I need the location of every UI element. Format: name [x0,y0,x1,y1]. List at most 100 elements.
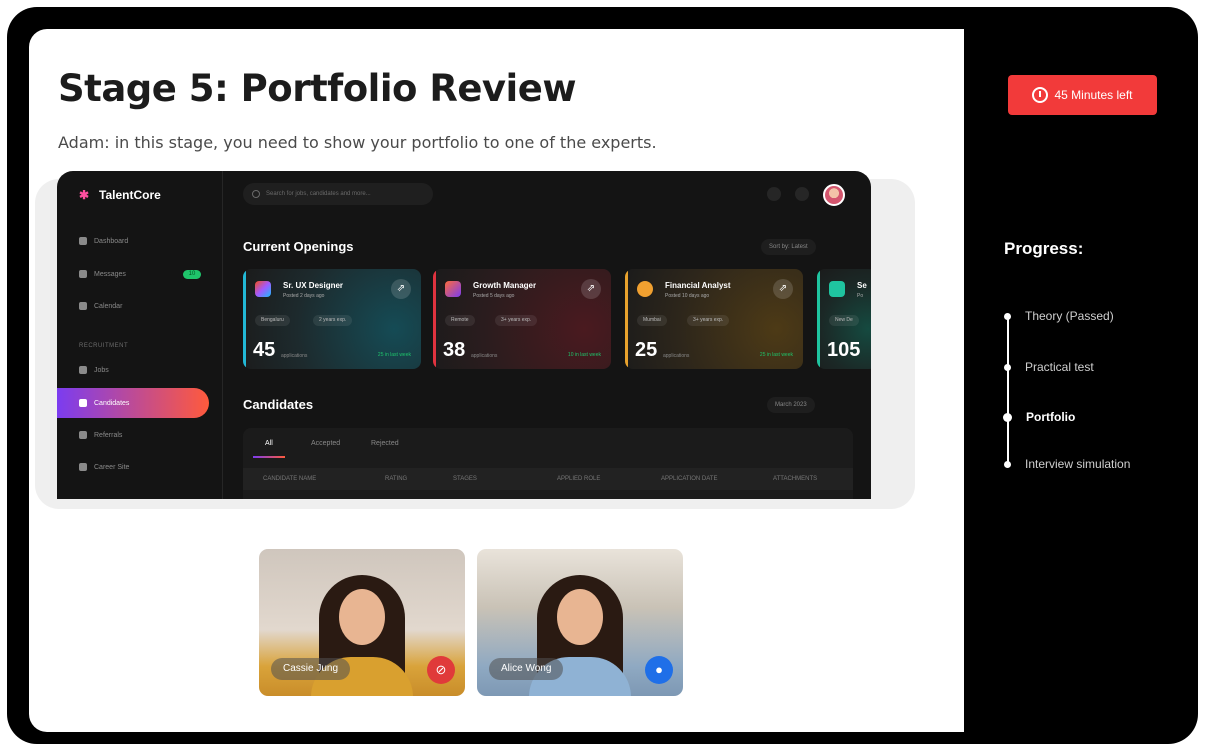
sidebar-item-dashboard[interactable]: Dashboard [79,237,128,245]
sidebar-item-calendar[interactable]: Calendar [79,302,122,310]
search-placeholder: Search for jobs, candidates and more... [266,191,371,197]
step-dot [1004,363,1011,371]
job-count-label: applications [663,353,690,359]
job-new: 10 in last week [567,352,601,358]
step-label: Theory (Passed) [1025,309,1114,323]
stage-subtitle: Adam: in this stage, you need to show yo… [58,133,657,152]
referral-icon [79,431,87,439]
job-count: 25 [635,339,658,361]
progress-step-practical[interactable]: Practical test [1004,360,1094,374]
users-icon [79,399,87,407]
sidebar-item-label: Messages [94,270,126,278]
job-card[interactable]: Sr. UX Designer Posted 2 days ago ⇗ Beng… [243,269,421,369]
portfolio-sidebar: ✱ TalentCore Dashboard Messages 10 Calen… [57,171,223,499]
main-panel: Stage 5: Portfolio Review Adam: in this … [29,29,964,732]
share-icon[interactable]: ⇗ [773,279,793,299]
coin-icon [637,281,653,297]
mic-muted-icon[interactable]: ⊘ [427,656,455,684]
candidates-table: All Accepted Rejected CANDIDATE NAME RAT… [243,428,853,499]
progress-step-interview[interactable]: Interview simulation [1004,457,1130,471]
job-new: 25 in last week [759,352,793,358]
rocket-icon [445,281,461,297]
tab-accepted[interactable]: Accepted [311,440,340,447]
sidebar-item-candidates[interactable]: Candidates [57,388,209,418]
column-header[interactable]: STAGES [453,476,477,482]
progress-panel: 45 Minutes left Progress: Theory (Passed… [964,7,1198,744]
sidebar-item-label: Career Site [94,463,130,471]
logo-icon: ✱ [79,188,90,202]
settings-icon[interactable] [767,187,781,201]
tab-rejected[interactable]: Rejected [371,440,399,447]
share-icon[interactable]: ⇗ [581,279,601,299]
job-accent-bar [433,269,436,369]
timer-badge: 45 Minutes left [1008,75,1157,115]
job-count-label: applications [471,353,498,359]
column-header[interactable]: RATING [385,476,407,482]
job-posted: Posted 5 days ago [473,293,515,299]
calendar-icon [79,302,87,310]
progress-step-portfolio[interactable]: Portfolio [1003,410,1076,424]
sidebar-item-career-site[interactable]: Career Site [79,463,129,471]
job-card[interactable]: Financial Analyst Posted 10 days ago ⇗ M… [625,269,803,369]
job-count: 45 [253,339,276,361]
app-frame: Stage 5: Portfolio Review Adam: in this … [7,7,1198,744]
job-posted: Po [857,293,864,299]
sidebar-item-referrals[interactable]: Referrals [79,431,122,439]
job-location: Mumbai [637,315,667,326]
sidebar-item-label: Jobs [94,366,109,374]
search-input[interactable]: Search for jobs, candidates and more... [243,183,433,205]
participant-name: Alice Wong [489,658,564,680]
step-label: Portfolio [1026,410,1076,424]
job-location: Remote [445,315,475,326]
job-experience: 3+ years exp. [687,315,730,326]
column-header[interactable]: CANDIDATE NAME [263,476,316,482]
job-experience: 2 years exp. [313,315,353,326]
avatar[interactable] [823,184,845,206]
job-card[interactable]: Growth Manager Posted 5 days ago ⇗ Remot… [433,269,611,369]
sidebar-item-jobs[interactable]: Jobs [79,366,109,374]
page-title: Stage 5: Portfolio Review [58,67,577,110]
job-accent-bar [817,269,820,369]
column-header[interactable]: APPLICATION DATE [661,476,717,482]
sidebar-item-messages[interactable]: Messages [79,270,126,278]
openings-title: Current Openings [243,239,354,254]
step-label: Practical test [1025,360,1094,374]
video-tile-cassie[interactable]: Cassie Jung ⊘ [259,549,465,696]
portfolio-screen[interactable]: ✱ TalentCore Dashboard Messages 10 Calen… [57,171,871,499]
sort-dropdown[interactable]: Sort by: Latest [761,239,816,255]
job-location: Bengaluru [255,315,290,326]
step-dot [1004,460,1011,468]
tab-indicator [253,456,285,458]
figma-icon [255,281,271,297]
app-logo: ✱ TalentCore [79,188,161,202]
job-posted: Posted 10 days ago [665,293,710,299]
date-filter[interactable]: March 2023 [767,397,815,413]
participant-name: Cassie Jung [271,658,351,680]
tab-all[interactable]: All [265,440,273,447]
column-header[interactable]: ATTACHMENTS [773,476,817,482]
messages-badge: 10 [183,270,201,279]
step-label: Interview simulation [1025,457,1131,471]
step-dot [1004,312,1011,320]
candidates-title: Candidates [243,397,314,412]
search-icon [252,190,260,198]
mic-icon[interactable]: ● [645,656,673,684]
job-posted: Posted 2 days ago [283,293,325,299]
globe-icon [79,463,87,471]
progress-line [1007,317,1009,467]
job-new: 25 in last week [377,352,411,358]
job-count-label: applications [281,353,308,359]
notification-icon[interactable] [795,187,809,201]
table-header: CANDIDATE NAME RATING STAGES APPLIED ROL… [243,468,853,490]
column-header[interactable]: APPLIED ROLE [557,476,600,482]
briefcase-icon [79,366,87,374]
job-title: Se [857,281,867,290]
share-icon[interactable]: ⇗ [391,279,411,299]
progress-step-theory[interactable]: Theory (Passed) [1004,309,1114,323]
job-card[interactable]: Se Po New De 105 [817,269,871,369]
step-dot [1003,412,1012,422]
video-tile-alice[interactable]: Alice Wong ● [477,549,683,696]
sidebar-section-label: RECRUITMENT [79,343,129,349]
job-accent-bar [625,269,628,369]
job-title: Sr. UX Designer [283,281,344,290]
